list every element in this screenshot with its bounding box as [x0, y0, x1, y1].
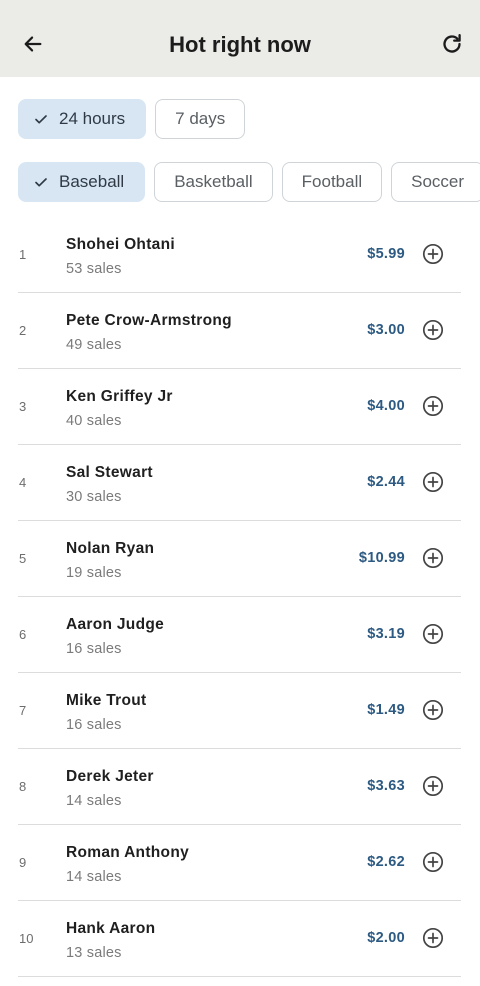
- plus-circle-icon: [422, 547, 444, 569]
- player-name: Roman Anthony: [66, 844, 190, 861]
- player-name: Ken Griffey Jr: [66, 388, 173, 405]
- list-item[interactable]: 9 Roman Anthony 14 sales $2.62: [18, 825, 461, 901]
- plus-circle-icon: [422, 927, 444, 949]
- rank-number: 2: [19, 323, 27, 338]
- sales-count: 14 sales: [66, 793, 122, 809]
- check-icon: [33, 174, 49, 190]
- sales-count: 49 sales: [66, 337, 122, 353]
- sales-count: 13 sales: [66, 945, 122, 961]
- filter-chip-soccer[interactable]: Soccer: [391, 162, 480, 202]
- app-bar: Hot right now: [0, 0, 480, 77]
- rank-number: 1: [19, 247, 27, 262]
- refresh-button[interactable]: [437, 29, 467, 59]
- price: $3.00: [367, 322, 405, 338]
- plus-circle-icon: [422, 699, 444, 721]
- rank-number: 5: [19, 551, 27, 566]
- sales-count: 16 sales: [66, 717, 122, 733]
- rank-number: 9: [19, 855, 27, 870]
- rank-number: 4: [19, 475, 27, 490]
- rank-number: 7: [19, 703, 27, 718]
- filter-chip-football[interactable]: Football: [281, 162, 383, 202]
- rank-number: 6: [19, 627, 27, 642]
- player-name: Hank Aaron: [66, 920, 156, 937]
- add-button[interactable]: [422, 471, 444, 493]
- page-title: Hot right now: [169, 31, 311, 57]
- add-button[interactable]: [422, 319, 444, 341]
- player-name: Aaron Judge: [66, 616, 165, 633]
- add-button[interactable]: [422, 699, 444, 721]
- sport-filter-group: Baseball Basketball Football Soccer: [18, 162, 480, 202]
- list-item[interactable]: 5 Nolan Ryan 19 sales $10.99: [18, 521, 461, 597]
- back-button[interactable]: [18, 29, 48, 59]
- plus-circle-icon: [422, 775, 444, 797]
- time-filter-group: 24 hours 7 days: [18, 99, 246, 139]
- player-name: Shohei Ohtani: [66, 236, 175, 253]
- list-item[interactable]: 7 Mike Trout 16 sales $1.49: [18, 673, 461, 749]
- add-button[interactable]: [422, 623, 444, 645]
- price: $4.00: [367, 398, 405, 414]
- plus-circle-icon: [422, 471, 444, 493]
- price: $2.62: [367, 854, 405, 870]
- sales-count: 40 sales: [66, 413, 122, 429]
- add-button[interactable]: [422, 547, 444, 569]
- refresh-icon: [443, 34, 461, 53]
- list-item[interactable]: 10 Hank Aaron 13 sales $2.00: [18, 901, 461, 977]
- price: $5.99: [367, 246, 405, 262]
- player-name: Pete Crow-Armstrong: [66, 312, 232, 329]
- add-button[interactable]: [422, 927, 444, 949]
- sales-count: 16 sales: [66, 641, 122, 657]
- filter-chip-7-days[interactable]: 7 days: [155, 99, 246, 139]
- chip-label: 7 days: [175, 109, 226, 128]
- sales-count: 14 sales: [66, 869, 122, 885]
- plus-circle-icon: [422, 395, 444, 417]
- sales-count: 53 sales: [66, 261, 122, 277]
- player-name: Sal Stewart: [66, 464, 153, 481]
- add-button[interactable]: [422, 243, 444, 265]
- plus-circle-icon: [422, 623, 444, 645]
- list-item[interactable]: 2 Pete Crow-Armstrong 49 sales $3.00: [18, 293, 461, 369]
- player-name: Nolan Ryan: [66, 540, 155, 557]
- arrow-left-icon: [24, 36, 42, 52]
- player-name: Derek Jeter: [66, 768, 154, 785]
- price: $3.19: [367, 626, 405, 642]
- add-button[interactable]: [422, 775, 444, 797]
- filter-chip-basketball[interactable]: Basketball: [154, 162, 273, 202]
- add-button[interactable]: [422, 395, 444, 417]
- chip-label: 24 hours: [59, 109, 126, 128]
- price: $3.63: [367, 778, 405, 794]
- chip-label: Baseball: [59, 172, 125, 191]
- rank-number: 8: [19, 779, 27, 794]
- sales-count: 30 sales: [66, 489, 122, 505]
- plus-circle-icon: [422, 319, 444, 341]
- plus-circle-icon: [422, 851, 444, 873]
- chip-label: Basketball: [174, 172, 253, 191]
- add-button[interactable]: [422, 851, 444, 873]
- hot-items-list: 1 Shohei Ohtani 53 sales $5.99 2 Pete Crow-Ar…: [18, 217, 461, 977]
- rank-number: 10: [19, 931, 34, 946]
- filter-chip-baseball[interactable]: Baseball: [18, 162, 146, 202]
- rank-number: 3: [19, 399, 27, 414]
- price: $1.49: [367, 702, 405, 718]
- list-item[interactable]: 1 Shohei Ohtani 53 sales $5.99: [18, 217, 461, 293]
- chip-label: Football: [301, 172, 363, 191]
- player-name: Mike Trout: [66, 692, 147, 709]
- price: $2.44: [367, 474, 405, 490]
- plus-circle-icon: [422, 243, 444, 265]
- filter-chip-24-hours[interactable]: 24 hours: [18, 99, 147, 139]
- price: $2.00: [367, 930, 405, 946]
- list-item[interactable]: 4 Sal Stewart 30 sales $2.44: [18, 445, 461, 521]
- price: $10.99: [358, 550, 405, 566]
- list-item[interactable]: 3 Ken Griffey Jr 40 sales $4.00: [18, 369, 461, 445]
- chip-label: Soccer: [411, 172, 465, 191]
- sales-count: 19 sales: [66, 565, 122, 581]
- check-icon: [33, 111, 49, 127]
- list-item[interactable]: 6 Aaron Judge 16 sales $3.19: [18, 597, 461, 673]
- list-item[interactable]: 8 Derek Jeter 14 sales $3.63: [18, 749, 461, 825]
